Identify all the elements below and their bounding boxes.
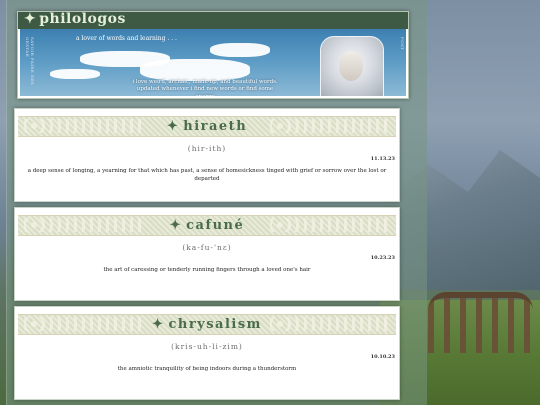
sparkle-icon: ✦ <box>152 317 165 332</box>
avatar-figure <box>339 51 363 81</box>
site-title[interactable]: ✦ philologos <box>24 11 126 27</box>
sparkle-icon: ✦ <box>24 11 37 27</box>
pronunciation: (kris-uh-li-zim) <box>171 342 243 351</box>
definition: the art of caressing or tenderly running… <box>103 267 311 273</box>
site-header: ✦ philologos SAVOIR FAIRE RES GESTAE POST… <box>17 11 409 99</box>
word-title-text: chrysalism <box>168 317 262 332</box>
word-post: ✦ hiraeth (hir-ith) 11.13.23 a deep sense… <box>14 108 400 202</box>
post-title-banner: ✦ chrysalism <box>18 314 396 335</box>
definition: the amniotic tranquility of being indoor… <box>117 366 297 372</box>
site-tagline: a lover of words and learning . . . <box>76 35 177 42</box>
pronunciation: (ka-fu-'nε) <box>182 243 232 252</box>
header-banner: SAVOIR FAIRE RES GESTAE POST a lover of … <box>20 29 406 96</box>
stamp-right: POST <box>400 37 405 51</box>
site-title-text: philologos <box>39 11 126 27</box>
post-date: 10.10.23 <box>370 354 395 360</box>
definition: a deep sense of longing, a yearning for … <box>27 168 387 182</box>
word-title-text: hiraeth <box>183 119 248 134</box>
avatar <box>320 36 384 96</box>
word-post: ✦ chrysalism (kris-uh-li-zim) 10.10.23 th… <box>14 306 400 400</box>
post-date: 10.23.23 <box>370 255 395 261</box>
word-title-text: cafuné <box>186 218 245 233</box>
site-intro: i love weird, archaic, made-up, and beau… <box>132 79 278 96</box>
post-title-banner: ✦ hiraeth <box>18 116 396 137</box>
post-date: 11.13.23 <box>370 156 395 162</box>
stamp-left: SAVOIR FAIRE RES GESTAE <box>25 37 35 86</box>
post-title[interactable]: ✦ cafuné <box>18 216 396 235</box>
sparkle-icon: ✦ <box>169 218 183 233</box>
cloud-shape <box>50 69 100 79</box>
post-title[interactable]: ✦ chrysalism <box>18 315 396 334</box>
cloud-shape <box>210 43 270 57</box>
sparkle-icon: ✦ <box>166 119 180 134</box>
background-ruins <box>428 292 533 353</box>
title-bar: ✦ philologos <box>18 11 408 29</box>
word-post: ✦ cafuné (ka-fu-'nε) 10.23.23 the art of … <box>14 207 400 301</box>
post-title[interactable]: ✦ hiraeth <box>18 117 396 136</box>
post-title-banner: ✦ cafuné <box>18 215 396 236</box>
pronunciation: (hir-ith) <box>187 144 227 153</box>
cloud-shape <box>140 59 250 81</box>
